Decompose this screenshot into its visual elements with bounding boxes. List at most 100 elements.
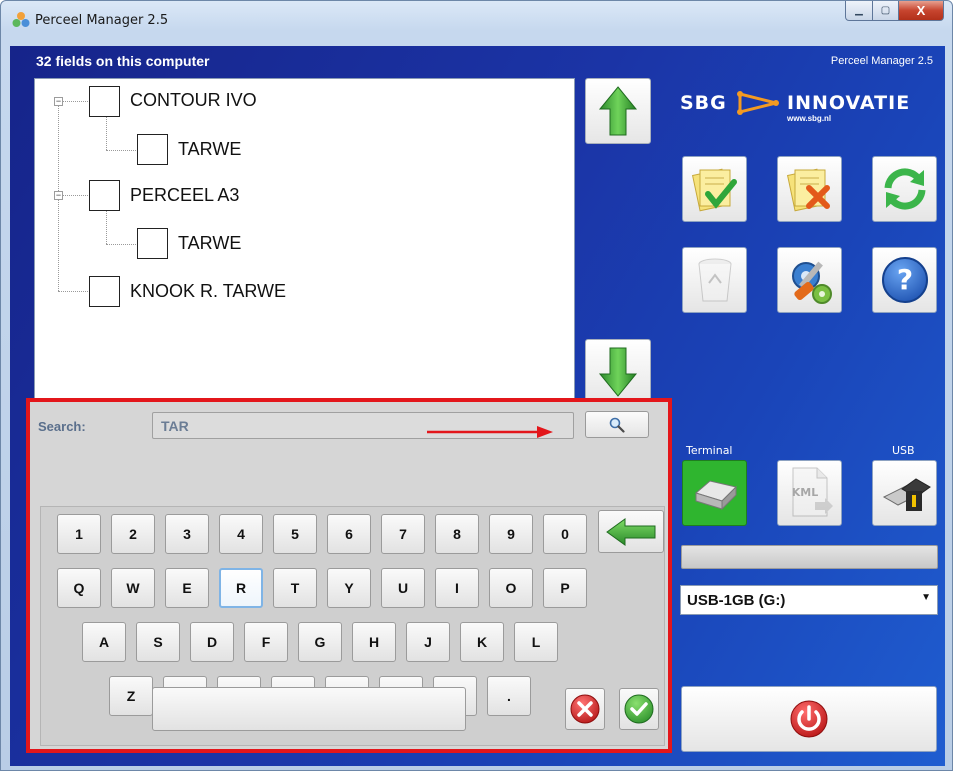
cancel-button[interactable] <box>565 688 605 730</box>
tree-connector <box>58 291 88 292</box>
check-icon <box>624 694 654 724</box>
key-o[interactable]: O <box>489 568 533 608</box>
tree-item-label[interactable]: TARWE <box>178 233 241 254</box>
key-u[interactable]: U <box>381 568 425 608</box>
tree-item-label[interactable]: KNOOK R. TARWE <box>130 281 286 302</box>
key-d[interactable]: D <box>190 622 234 662</box>
title-bar: Perceel Manager 2.5 ▁ ▢ X <box>1 1 952 41</box>
terminal-label: Terminal <box>686 444 733 457</box>
key-period[interactable]: . <box>487 676 531 716</box>
usb-button[interactable] <box>872 460 937 526</box>
collapse-toggle[interactable]: − <box>54 97 63 106</box>
tree-connector <box>106 244 136 245</box>
key-y[interactable]: Y <box>327 568 371 608</box>
kml-file-icon: KML <box>791 467 833 517</box>
key-8[interactable]: 8 <box>435 514 479 554</box>
tree-checkbox[interactable] <box>89 86 120 117</box>
tree-connector <box>106 211 107 244</box>
crossed-document-icon <box>786 168 830 212</box>
logo-text-right: INNOVATIE <box>787 92 911 114</box>
power-button[interactable] <box>681 686 937 752</box>
refresh-icon <box>884 168 925 210</box>
key-2[interactable]: 2 <box>111 514 155 554</box>
help-icon: ? <box>881 257 928 303</box>
power-icon <box>790 700 828 738</box>
tree-connector <box>106 117 107 150</box>
key-6[interactable]: 6 <box>327 514 371 554</box>
settings-tools-icon <box>791 261 832 304</box>
key-e[interactable]: E <box>165 568 209 608</box>
chevron-down-icon: ▼ <box>921 592 931 603</box>
key-f[interactable]: F <box>244 622 288 662</box>
key-q[interactable]: Q <box>57 568 101 608</box>
key-4[interactable]: 4 <box>219 514 263 554</box>
minimize-button[interactable]: ▁ <box>845 1 873 21</box>
key-l[interactable]: L <box>514 622 558 662</box>
tree-checkbox[interactable] <box>89 180 120 211</box>
key-z[interactable]: Z <box>109 676 153 716</box>
tree-item-label[interactable]: PERCEEL A3 <box>130 185 239 206</box>
close-button[interactable]: X <box>898 1 944 21</box>
delete-button[interactable] <box>682 247 747 313</box>
tree-item-label[interactable]: TARWE <box>178 139 241 160</box>
tree-checkbox[interactable] <box>89 276 120 307</box>
key-t[interactable]: T <box>273 568 317 608</box>
key-a[interactable]: A <box>82 622 126 662</box>
drive-select-value: USB-1GB (G:) <box>687 592 786 609</box>
maximize-button[interactable]: ▢ <box>872 1 899 21</box>
search-button[interactable] <box>585 411 649 438</box>
key-s[interactable]: S <box>136 622 180 662</box>
confirm-button[interactable] <box>619 688 659 730</box>
key-1[interactable]: 1 <box>57 514 101 554</box>
key-k[interactable]: K <box>460 622 504 662</box>
key-g[interactable]: G <box>298 622 342 662</box>
key-h[interactable]: H <box>352 622 396 662</box>
scroll-up-button[interactable] <box>585 78 651 144</box>
app-version-label: Perceel Manager 2.5 <box>830 55 933 67</box>
key-r[interactable]: R <box>219 568 263 608</box>
logo-text-left: SBG <box>680 92 727 114</box>
up-arrow-icon <box>598 86 638 136</box>
key-w[interactable]: W <box>111 568 155 608</box>
search-label: Search: <box>38 419 86 434</box>
transfer-progress-bar <box>681 545 938 569</box>
key-0[interactable]: 0 <box>543 514 587 554</box>
usb-stick-icon <box>882 478 931 511</box>
sbg-logo: SBG INNOVATIE www.sbg.nl <box>680 86 930 126</box>
space-key[interactable] <box>152 687 466 731</box>
select-all-button[interactable] <box>682 156 747 222</box>
down-arrow-icon <box>598 347 638 397</box>
key-3[interactable]: 3 <box>165 514 209 554</box>
kml-export-button[interactable]: KML <box>777 460 842 526</box>
usb-label: USB <box>892 444 915 457</box>
tree-checkbox[interactable] <box>137 134 168 165</box>
tree-item-label[interactable]: CONTOUR IVO <box>130 90 257 111</box>
app-window: Perceel Manager 2.5 ▁ ▢ X 32 fields on t… <box>0 0 953 771</box>
scroll-down-button[interactable] <box>585 339 651 405</box>
logo-arrow-icon <box>737 91 779 115</box>
key-p[interactable]: P <box>543 568 587 608</box>
tree-checkbox[interactable] <box>137 228 168 259</box>
key-7[interactable]: 7 <box>381 514 425 554</box>
tree-connector <box>62 195 88 196</box>
field-tree[interactable]: − − CONTOUR IVO TARWE PERCEEL A3 TARWE K… <box>34 78 575 403</box>
key-9[interactable]: 9 <box>489 514 533 554</box>
hard-drive-icon <box>694 480 737 511</box>
key-i[interactable]: I <box>435 568 479 608</box>
window-title: Perceel Manager 2.5 <box>35 13 169 28</box>
deselect-all-button[interactable] <box>777 156 842 222</box>
app-icon <box>12 12 30 27</box>
fields-count-label: 32 fields on this computer <box>36 53 210 69</box>
settings-button[interactable] <box>777 247 842 313</box>
refresh-button[interactable] <box>872 156 937 222</box>
terminal-button[interactable] <box>682 460 747 526</box>
cancel-x-icon <box>570 694 600 724</box>
collapse-toggle[interactable]: − <box>54 191 63 200</box>
key-j[interactable]: J <box>406 622 450 662</box>
key-5[interactable]: 5 <box>273 514 317 554</box>
tree-connector <box>106 150 136 151</box>
main-area: 32 fields on this computer Perceel Manag… <box>10 46 945 766</box>
help-button[interactable]: ? <box>872 247 937 313</box>
drive-select[interactable]: USB-1GB (G:) ▼ <box>680 585 938 615</box>
backspace-button[interactable] <box>598 510 664 553</box>
